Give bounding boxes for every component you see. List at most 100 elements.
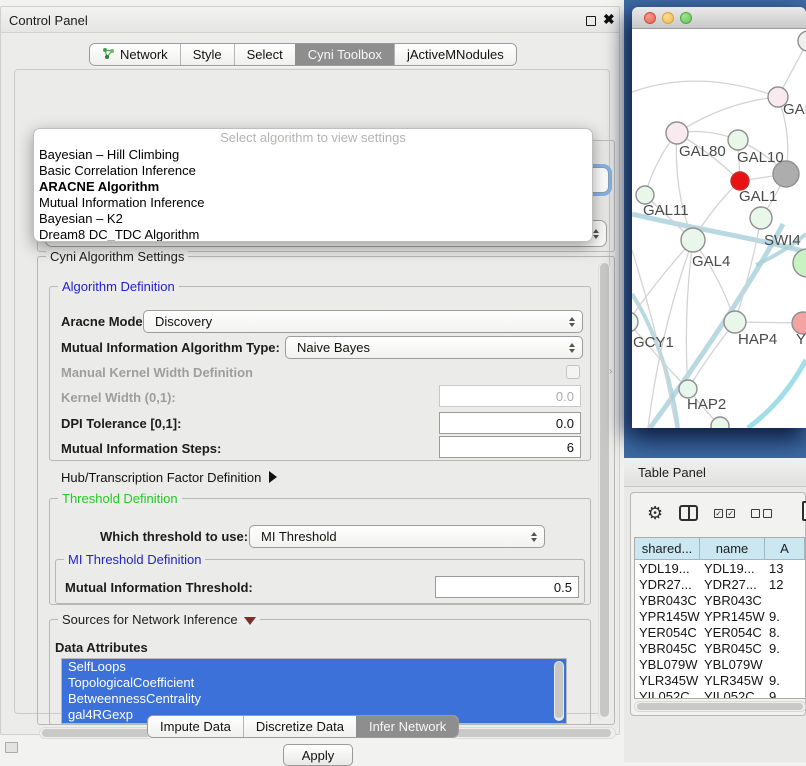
hub-definition-toggle[interactable]: Hub/Transcription Factor Definition — [61, 470, 277, 485]
window-close-icon[interactable] — [644, 12, 656, 24]
tab-network[interactable]: Network — [90, 44, 180, 65]
collapsed-panel-icon[interactable] — [5, 742, 18, 753]
table-row[interactable]: YER054CYER054C8. — [635, 624, 805, 640]
table-cell: YBR043C — [635, 592, 700, 608]
gear-icon[interactable]: ⚙ — [647, 504, 663, 522]
table-row[interactable]: YBR043CYBR043C — [635, 592, 805, 608]
window-minimize-icon[interactable] — [662, 12, 674, 24]
kernel-width-label: Kernel Width (0,1): — [61, 390, 176, 405]
table-row[interactable]: YBR045CYBR045C9. — [635, 640, 805, 656]
table-row[interactable]: YPR145WYPR145W9. — [635, 608, 805, 624]
network-node-gal10[interactable] — [728, 130, 748, 150]
dropdown-item-mutual-information-inference[interactable]: Mutual Information Inference — [34, 195, 592, 211]
algorithm-dropdown-list: Select algorithm to view settings Bayesi… — [33, 128, 593, 242]
node-label-gal1: GAL1 — [739, 188, 777, 205]
manual-kernel-checkbox[interactable] — [566, 365, 580, 379]
network-node-hap4[interactable] — [724, 311, 746, 333]
columns-icon[interactable] — [679, 505, 698, 521]
network-node-gcy1[interactable] — [632, 312, 638, 332]
table-cell: YER054C — [700, 624, 765, 640]
network-node[interactable] — [750, 207, 772, 229]
select-all-icon[interactable]: ✓✓ — [714, 509, 735, 518]
dropdown-item-basic-correlation-inference[interactable]: Basic Correlation Inference — [34, 163, 592, 179]
dropdown-item-dream8-dc-tdc-algorithm[interactable]: Dream8 DC_TDC Algorithm — [34, 227, 592, 242]
attribute-item-selfloops[interactable]: SelfLoops — [62, 659, 566, 675]
dropdown-item-bayesian-hill-climbing[interactable]: Bayesian – Hill Climbing — [34, 147, 592, 163]
table-cell: YBL079W — [700, 656, 765, 672]
node-label-gal: GAL — [783, 101, 806, 118]
tab-cyni-toolbox[interactable]: Cyni Toolbox — [295, 44, 394, 65]
column-header-shared[interactable]: shared... — [635, 538, 700, 560]
panel-divider-handle[interactable]: › — [609, 366, 612, 377]
sources-title-text: Sources for Network Inference — [62, 612, 238, 627]
list-scrollbar[interactable] — [554, 661, 564, 721]
deselect-all-icon[interactable] — [751, 509, 772, 518]
manual-kernel-label: Manual Kernel Width Definition — [61, 365, 253, 380]
network-node[interactable] — [798, 31, 806, 51]
control-panel-tabs: NetworkStyleSelectCyni ToolboxjActiveMNo… — [89, 43, 517, 66]
node-label-swi4: SWI4 — [764, 232, 801, 249]
window-zoom-icon[interactable] — [680, 12, 692, 24]
table-horizontal-scrollbar[interactable] — [634, 701, 806, 712]
table-cell: YPR145W — [700, 608, 765, 624]
table-row[interactable]: YDL19...YDL19...13 — [635, 560, 805, 576]
tab-select[interactable]: Select — [234, 44, 295, 65]
network-node-gal80[interactable] — [666, 122, 688, 144]
column-header-name[interactable]: name — [700, 538, 765, 560]
control-panel-titlebar: Control Panel ✖ — [1, 7, 619, 33]
network-node-swi4[interactable] — [793, 249, 806, 277]
table-row[interactable]: YLR345WYLR345W9. — [635, 672, 805, 688]
table-panel-header: Table Panel — [624, 458, 806, 487]
table-cell: YDR27... — [700, 576, 765, 592]
settings-vertical-scrollbar[interactable] — [598, 262, 610, 720]
node-table[interactable]: shared...nameA YDL19...YDL19...13YDR27..… — [634, 537, 806, 699]
float-panel-icon[interactable] — [586, 16, 596, 26]
which-threshold-combo[interactable]: MI Threshold — [249, 525, 545, 548]
kernel-width-field[interactable]: 0.0 — [439, 385, 581, 407]
table-cell: YIL052C — [635, 688, 700, 699]
control-panel: Control Panel ✖ NetworkStyleSelectCyni T… — [0, 6, 620, 735]
network-view-window[interactable]: GALGAL80GAL10GAL1GAL11GAL4SWI4GCY1HAP4YH… — [632, 7, 806, 428]
dropdown-item-aracne-algorithm[interactable]: ARACNE Algorithm — [34, 179, 592, 195]
tab-impute-data[interactable]: Impute Data — [148, 716, 243, 737]
network-canvas[interactable]: GALGAL80GAL10GAL1GAL11GAL4SWI4GCY1HAP4YH… — [632, 29, 806, 428]
table-cell: YLR345W — [700, 672, 765, 688]
table-body: YDL19...YDL19...13YDR27...YDR27...12YBR0… — [635, 560, 805, 699]
control-panel-title: Control Panel — [9, 13, 88, 28]
dpi-tolerance-field[interactable]: 0.0 — [439, 412, 581, 434]
node-label-gcy1: GCY1 — [633, 334, 674, 351]
network-window-titlebar[interactable] — [632, 7, 806, 29]
sources-group-title[interactable]: Sources for Network Inference — [58, 612, 260, 627]
mi-type-combo[interactable]: Naive Bayes — [285, 336, 583, 359]
close-icon[interactable]: ✖ — [603, 11, 615, 28]
dropdown-item-bayesian-k2[interactable]: Bayesian – K2 — [34, 211, 592, 227]
table-cell: YDL19... — [700, 560, 765, 576]
tab-infer-network[interactable]: Infer Network — [356, 716, 458, 737]
table-row[interactable]: YBL079WYBL079W — [635, 656, 805, 672]
table-frame: ⚙ ✓✓ shared...nameA YDL19...YDL19...13YD… — [630, 492, 806, 716]
network-edge — [688, 322, 735, 389]
table-header-row: shared...nameA — [635, 538, 805, 560]
table-cell: YBL079W — [635, 656, 700, 672]
mi-type-value: Naive Bayes — [297, 340, 370, 355]
tab-style[interactable]: Style — [180, 44, 234, 65]
aracne-mode-combo[interactable]: Discovery — [143, 310, 583, 333]
tab-discretize-data[interactable]: Discretize Data — [243, 716, 356, 737]
table-cell: 12 — [765, 576, 805, 592]
table-row[interactable]: YIL052CYIL052C9. — [635, 688, 805, 699]
attribute-item-betweennesscentrality[interactable]: BetweennessCentrality — [62, 691, 566, 707]
network-node[interactable] — [711, 417, 729, 428]
mi-threshold-field[interactable]: 0.5 — [435, 576, 579, 598]
combo-stepper-icon — [531, 532, 537, 542]
mi-steps-field[interactable]: 6 — [439, 436, 581, 458]
network-node-gal4[interactable] — [681, 228, 705, 252]
node-label-gal11: GAL11 — [643, 202, 689, 219]
table-cell: YBR045C — [700, 640, 765, 656]
document-icon[interactable] — [802, 501, 806, 521]
column-header-a[interactable]: A — [765, 538, 805, 560]
table-row[interactable]: YDR27...YDR27...12 — [635, 576, 805, 592]
attribute-item-topologicalcoefficient[interactable]: TopologicalCoefficient — [62, 675, 566, 691]
apply-button[interactable]: Apply — [283, 744, 353, 766]
tab-jactivemnodules[interactable]: jActiveMNodules — [394, 44, 516, 65]
mi-steps-value: 6 — [567, 440, 574, 455]
